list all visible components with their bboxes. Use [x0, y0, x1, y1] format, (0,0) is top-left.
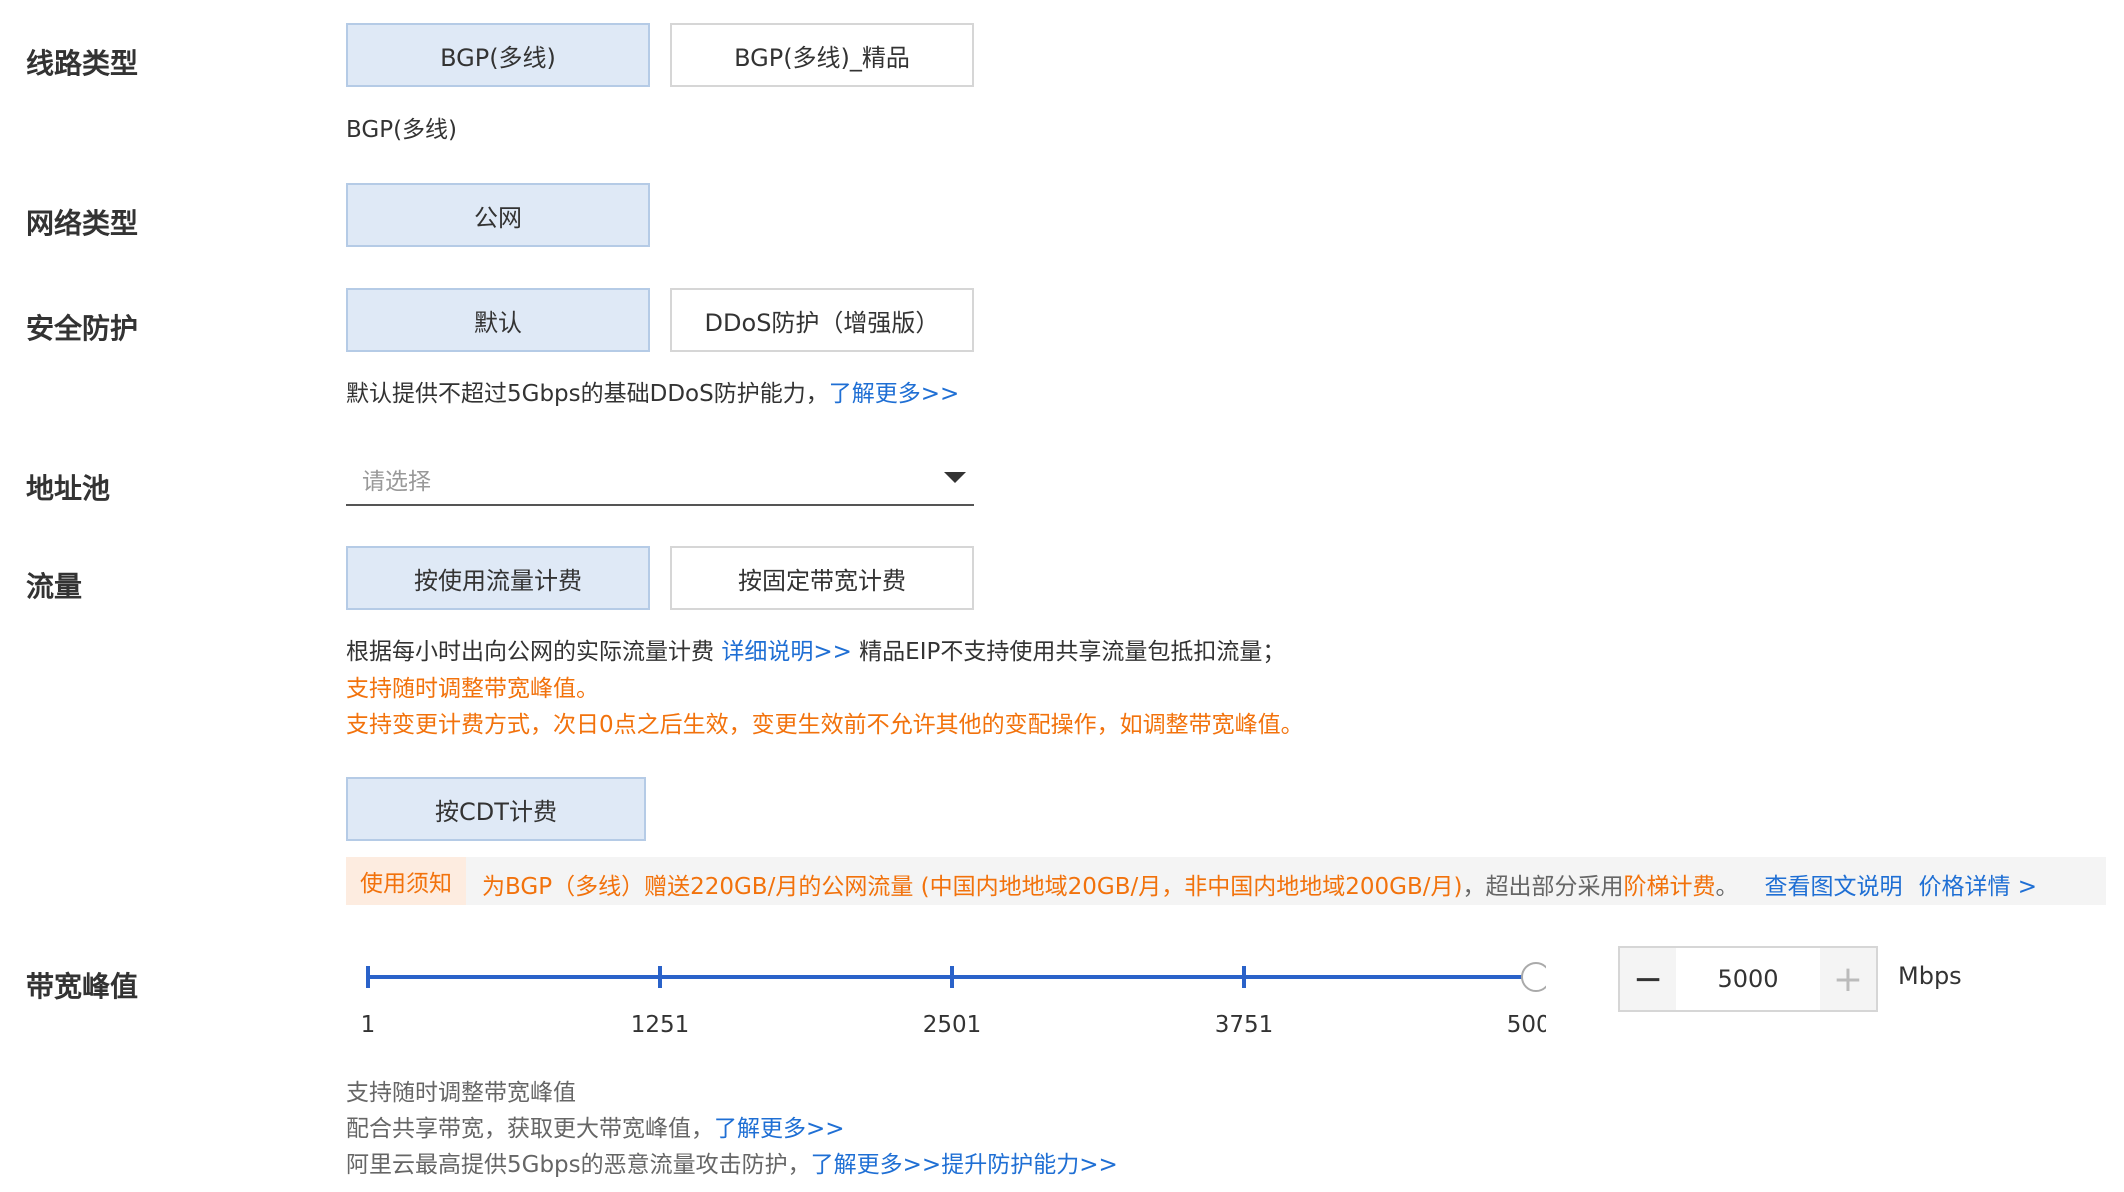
- bandwidth-note-3-text: 阿里云最高提供5Gbps的恶意流量攻击防护，: [346, 1152, 811, 1178]
- notice-illustration-link[interactable]: 查看图文说明: [1764, 874, 1902, 900]
- security-learn-more-link[interactable]: 了解更多>>: [829, 381, 960, 407]
- bandwidth-label: 带宽峰值: [26, 970, 139, 1003]
- bandwidth-stepper[interactable]: − +: [1618, 946, 1878, 1012]
- slider-tick-label: 2501: [923, 1012, 982, 1038]
- traffic-warning-2: 支持变更计费方式，次日0点之后生效，变更生效前不允许其他的变配操作，如调整带宽峰…: [346, 712, 1304, 738]
- line-type-selected-desc: BGP(多线): [346, 117, 458, 143]
- notice-tag: 使用须知: [346, 857, 466, 905]
- security-desc-text: 默认提供不超过5Gbps的基础DDoS防护能力，: [346, 381, 829, 407]
- bandwidth-note-2-text: 配合共享带宽，获取更大带宽峰值，: [346, 1116, 714, 1142]
- notice-overage: ，超出部分采用: [1462, 874, 1624, 900]
- slider-tick-label: 3751: [1215, 1012, 1274, 1038]
- bandwidth-note-3: 阿里云最高提供5Gbps的恶意流量攻击防护，了解更多>>提升防护能力>>: [346, 1145, 1118, 1179]
- slider-tick-label: 1: [361, 1012, 376, 1038]
- line-type-option-bgp[interactable]: BGP(多线): [346, 23, 650, 87]
- traffic-option-pay-by-traffic[interactable]: 按使用流量计费: [346, 546, 650, 610]
- notice-price-detail-link[interactable]: 价格详情 >: [1918, 874, 2037, 900]
- traffic-warning-1: 支持随时调整带宽峰值。: [346, 676, 599, 702]
- ddos-learn-more-link[interactable]: 了解更多>>: [811, 1152, 942, 1178]
- notice-tier-pricing: 阶梯计费: [1623, 874, 1716, 900]
- traffic-desc-suffix: 精品EIP不支持使用共享流量包抵扣流量；: [851, 639, 1286, 665]
- slider-tick-label: 5000: [1507, 1012, 1546, 1038]
- traffic-option-pay-by-bandwidth[interactable]: 按固定带宽计费: [670, 546, 974, 610]
- minus-button[interactable]: −: [1620, 948, 1676, 1010]
- bandwidth-unit: Mbps: [1898, 962, 1962, 990]
- security-label: 安全防护: [26, 312, 139, 345]
- caret-down-icon: [944, 472, 966, 483]
- bandwidth-slider[interactable]: 1 1251 2501 3751 5000: [346, 940, 1546, 1060]
- line-type-label: 线路类型: [26, 47, 139, 80]
- improve-protection-link[interactable]: 提升防护能力>>: [941, 1152, 1118, 1178]
- security-desc: 默认提供不超过5Gbps的基础DDoS防护能力，了解更多>>: [346, 374, 959, 408]
- shared-bandwidth-learn-more-link[interactable]: 了解更多>>: [714, 1116, 845, 1142]
- address-pool-label: 地址池: [26, 472, 111, 505]
- notice-free-quota: 为BGP（多线）赠送220GB/月的公网流量 (中国内地地域20GB/月，非中国…: [482, 874, 1463, 900]
- traffic-desc: 根据每小时出向公网的实际流量计费 详细说明>> 精品EIP不支持使用共享流量包抵…: [346, 632, 1285, 666]
- traffic-desc-prefix: 根据每小时出向公网的实际流量计费: [346, 639, 722, 665]
- bandwidth-input[interactable]: [1676, 948, 1820, 1010]
- line-type-option-bgp-premium[interactable]: BGP(多线)_精品: [670, 23, 974, 87]
- slider-handle: [1521, 962, 1546, 992]
- notice-end: 。: [1715, 874, 1739, 900]
- network-type-option-public[interactable]: 公网: [346, 183, 650, 247]
- notice-body: 为BGP（多线）赠送220GB/月的公网流量 (中国内地地域20GB/月，非中国…: [482, 867, 2037, 901]
- traffic-label: 流量: [26, 570, 83, 603]
- address-pool-placeholder: 请选择: [362, 469, 431, 495]
- usage-notice: 使用须知 为BGP（多线）赠送220GB/月的公网流量 (中国内地地域20GB/…: [346, 857, 2106, 905]
- bandwidth-note-2: 配合共享带宽，获取更大带宽峰值，了解更多>>: [346, 1109, 845, 1143]
- network-type-label: 网络类型: [26, 207, 139, 240]
- slider-tick-label: 1251: [631, 1012, 690, 1038]
- plus-button[interactable]: +: [1820, 948, 1876, 1010]
- address-pool-select[interactable]: 请选择: [346, 454, 974, 506]
- bandwidth-note-1: 支持随时调整带宽峰值: [346, 1080, 576, 1106]
- security-option-default[interactable]: 默认: [346, 288, 650, 352]
- traffic-option-cdt[interactable]: 按CDT计费: [346, 777, 646, 841]
- security-option-ddos-enhanced[interactable]: DDoS防护（增强版）: [670, 288, 974, 352]
- traffic-detail-link[interactable]: 详细说明>>: [721, 639, 852, 665]
